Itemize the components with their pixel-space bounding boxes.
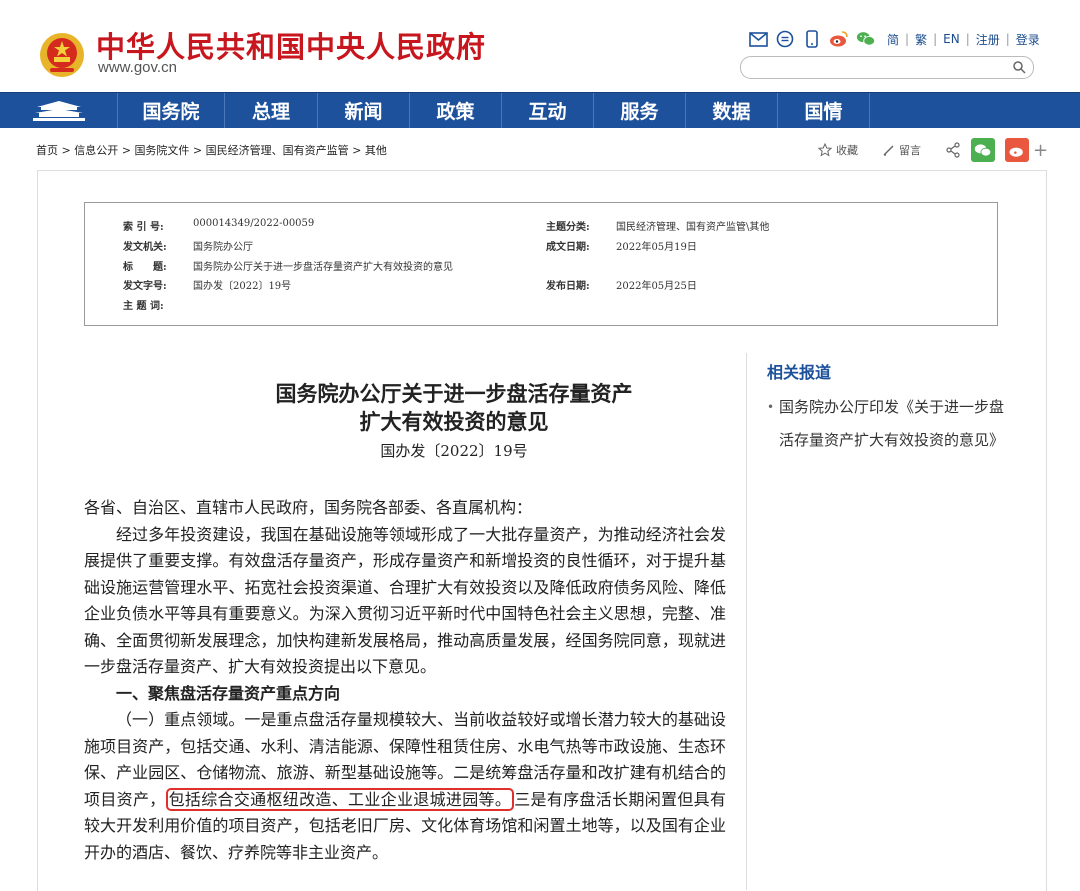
document-title: 国务院办公厅关于进一步盘活存量资产 扩大有效投资的意见 bbox=[84, 380, 824, 436]
breadcrumb-separator: > bbox=[58, 144, 75, 157]
site-header: 中华人民共和国中央人民政府 www.gov.cn 简 | 繁 | EN | 注册… bbox=[0, 0, 1080, 92]
comment-button[interactable]: 留言 bbox=[882, 142, 921, 158]
related-report-link[interactable]: • 国务院办公厅印发《关于进一步盘活存量资产扩大有效投资的意见》 bbox=[767, 391, 1004, 457]
wechat-icon[interactable] bbox=[856, 29, 876, 49]
paragraph: （一）重点领域。一是重点盘活存量规模较大、当前收益较好或增长潜力较大的基础设施项… bbox=[84, 707, 726, 866]
info-label: 主题分类: bbox=[546, 222, 590, 233]
related-report-label: 国务院办公厅印发《关于进一步盘活存量资产扩大有效投资的意见》 bbox=[779, 398, 1005, 449]
separator: | bbox=[905, 32, 910, 46]
info-doc-number: 发文字号: 国办发〔2022〕19号 bbox=[123, 277, 291, 292]
chat-icon[interactable] bbox=[775, 29, 795, 49]
main-nav: 国务院 总理 新闻 政策 互动 服务 数据 国情 bbox=[0, 92, 1080, 128]
nav-item-state-council[interactable]: 国务院 bbox=[117, 93, 224, 128]
favorite-label: 收藏 bbox=[836, 144, 858, 157]
nav-item-services[interactable]: 服务 bbox=[593, 93, 685, 128]
search-input[interactable] bbox=[753, 59, 1007, 77]
info-published: 发布日期: 2022年05月25日 bbox=[546, 277, 697, 292]
related-reports-sidebar: 相关报道 • 国务院办公厅印发《关于进一步盘活存量资产扩大有效投资的意见》 bbox=[746, 353, 1007, 890]
document-number: 国办发〔2022〕19号 bbox=[380, 442, 528, 460]
info-value: 国民经济管理、国有资产监管\其他 bbox=[616, 222, 770, 233]
info-keywords: 主 题 词: bbox=[123, 297, 193, 312]
document-info-box: 索 引 号: 000014349/2022-00059 主题分类: 国民经济管理… bbox=[84, 202, 998, 326]
star-icon bbox=[818, 143, 832, 157]
info-index: 索 引 号: 000014349/2022-00059 bbox=[123, 218, 314, 233]
more-share-button[interactable]: + bbox=[1033, 140, 1048, 161]
info-value: 国办发〔2022〕19号 bbox=[193, 281, 292, 292]
mail-icon[interactable] bbox=[748, 29, 768, 49]
nav-item-interaction[interactable]: 互动 bbox=[501, 93, 593, 128]
national-emblem-icon[interactable] bbox=[37, 30, 87, 80]
salutation: 各省、自治区、直辖市人民政府，国务院各部委、各直属机构： bbox=[84, 498, 533, 517]
info-title: 标 题: 国务院办公厅关于进一步盘活存量资产扩大有效投资的意见 bbox=[123, 258, 453, 273]
info-label: 发布日期: bbox=[546, 281, 590, 292]
related-reports-title: 相关报道 bbox=[767, 363, 832, 382]
pen-icon bbox=[883, 145, 894, 156]
nav-item-data[interactable]: 数据 bbox=[685, 93, 777, 128]
info-value: 2022年05月19日 bbox=[616, 242, 697, 253]
paragraph: 经过多年投资建设，我国在基础设施等领域形成了一大批存量资产，为推动经济社会发展提… bbox=[84, 524, 726, 677]
info-label: 成文日期: bbox=[546, 242, 590, 253]
document-title-line2: 扩大有效投资的意见 bbox=[359, 409, 549, 434]
section-heading: 一、聚焦盘活存量资产重点方向 bbox=[116, 683, 341, 703]
info-label: 发文字号: bbox=[123, 281, 167, 292]
document-body: 各省、自治区、直辖市人民政府，国务院各部委、各直属机构： 经过多年投资建设，我国… bbox=[84, 495, 726, 866]
info-issuer: 发文机关: 国务院办公厅 bbox=[123, 238, 253, 253]
breadcrumb-separator: > bbox=[348, 144, 365, 157]
info-label: 发文机关: bbox=[123, 242, 167, 253]
nav-item-premier[interactable]: 总理 bbox=[224, 93, 317, 128]
search-icon[interactable] bbox=[1012, 60, 1027, 75]
info-created: 成文日期: 2022年05月19日 bbox=[546, 238, 697, 253]
wechat-share-icon[interactable] bbox=[971, 138, 995, 162]
lang-traditional-link[interactable]: 繁 bbox=[915, 31, 927, 48]
bullet-icon: • bbox=[767, 400, 775, 414]
separator: | bbox=[1005, 32, 1010, 46]
breadcrumb-separator: > bbox=[189, 144, 206, 157]
info-value: 000014349/2022-00059 bbox=[193, 218, 315, 229]
info-value: 国务院办公厅 bbox=[193, 242, 253, 253]
info-value: 2022年05月25日 bbox=[616, 281, 697, 292]
document-title-line1: 国务院办公厅关于进一步盘活存量资产 bbox=[275, 381, 633, 406]
share-tools: 收藏 留言 + bbox=[818, 138, 1048, 162]
breadcrumb-info-public[interactable]: 信息公开 bbox=[74, 144, 118, 157]
login-link[interactable]: 登录 bbox=[1016, 31, 1040, 48]
highlighted-text: 包括综合交通枢纽改造、工业企业退城进园等。 bbox=[165, 787, 515, 811]
site-url[interactable]: www.gov.cn bbox=[98, 59, 177, 76]
breadcrumb: 首页 > 信息公开 > 国务院文件 > 国民经济管理、国有资产监管 > 其他 bbox=[36, 142, 387, 158]
nav-item-policies[interactable]: 政策 bbox=[409, 93, 501, 128]
weibo-icon[interactable] bbox=[829, 29, 849, 49]
breadcrumb-state-council-docs[interactable]: 国务院文件 bbox=[134, 144, 189, 157]
breadcrumb-home[interactable]: 首页 bbox=[36, 144, 58, 157]
info-value: 国务院办公厅关于进一步盘活存量资产扩大有效投资的意见 bbox=[193, 262, 453, 273]
lang-english-link[interactable]: EN bbox=[943, 32, 960, 46]
mobile-icon[interactable] bbox=[802, 29, 822, 49]
search-box bbox=[740, 56, 1034, 79]
header-tools: 简 | 繁 | EN | 注册 | 登录 bbox=[748, 28, 1040, 50]
separator: | bbox=[965, 32, 970, 46]
breadcrumb-economy[interactable]: 国民经济管理、国有资产监管 bbox=[206, 144, 349, 157]
info-label: 索 引 号: bbox=[123, 222, 164, 233]
register-link[interactable]: 注册 bbox=[976, 31, 1000, 48]
share-icon[interactable] bbox=[945, 142, 961, 158]
language-links: 简 | 繁 | EN | 注册 | 登录 bbox=[887, 31, 1040, 48]
breadcrumb-other[interactable]: 其他 bbox=[365, 144, 387, 157]
info-topic: 主题分类: 国民经济管理、国有资产监管\其他 bbox=[546, 218, 769, 233]
info-label: 主 题 词: bbox=[123, 301, 164, 312]
info-label: 标 题: bbox=[123, 262, 167, 273]
nav-item-news[interactable]: 新闻 bbox=[317, 93, 409, 128]
weibo-share-icon[interactable] bbox=[1005, 138, 1029, 162]
favorite-button[interactable]: 收藏 bbox=[818, 142, 858, 158]
nav-home-tiananmen-icon[interactable] bbox=[0, 93, 117, 128]
lang-simplified-link[interactable]: 简 bbox=[887, 31, 899, 48]
separator: | bbox=[933, 32, 938, 46]
breadcrumb-separator: > bbox=[118, 144, 135, 157]
comment-label: 留言 bbox=[899, 144, 921, 157]
nav-item-national-info[interactable]: 国情 bbox=[777, 93, 870, 128]
